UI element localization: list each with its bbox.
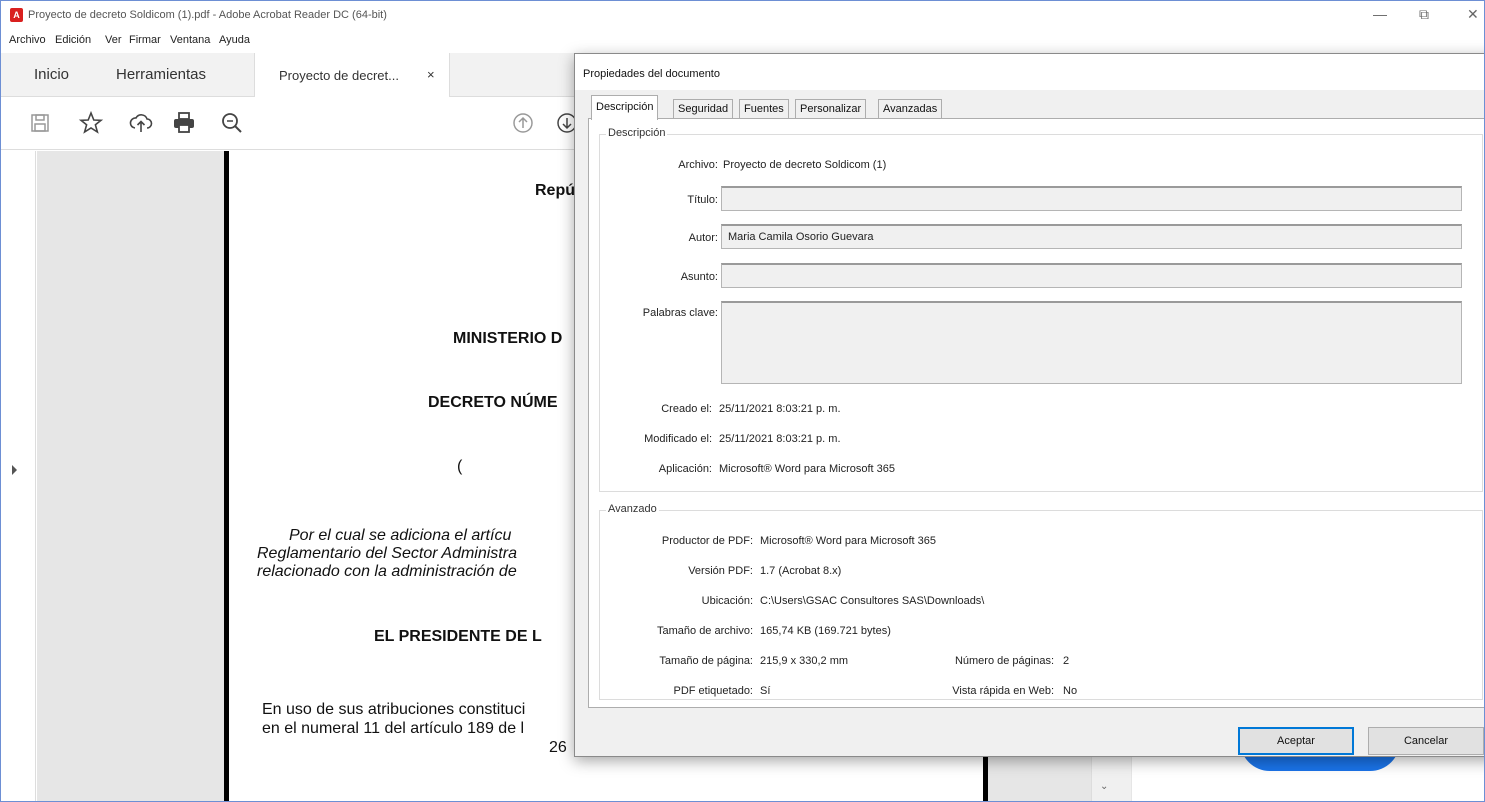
pdf-producer-label: Productor de PDF:	[661, 535, 753, 547]
doc-text-line: Reglamentario del Sector Administra	[257, 545, 517, 562]
keywords-field[interactable]	[721, 301, 1462, 384]
doc-text-line: Repú	[535, 182, 575, 199]
pdf-version-label: Versión PDF:	[688, 565, 753, 577]
doc-text-line: MINISTERIO D	[453, 330, 563, 347]
menu-edicion[interactable]: Edición	[55, 34, 91, 46]
title-label: Título:	[687, 194, 718, 206]
minimize-icon[interactable]: —	[1373, 6, 1387, 22]
tab-personalizar[interactable]: Personalizar	[795, 99, 867, 119]
doc-text-line: en el numeral 11 del artículo 189 de l	[262, 720, 525, 737]
application-label: Aplicación:	[658, 463, 712, 475]
menu-ventana[interactable]: Ventana	[170, 34, 210, 46]
upload-icon[interactable]	[128, 110, 154, 136]
page-up-icon[interactable]	[510, 110, 536, 136]
location-value: C:\Users\GSAC Consultores SAS\Downloads\	[760, 595, 985, 607]
navigation-panel	[1, 151, 36, 801]
description-group: Descripción Archivo: Proyecto de decreto…	[599, 127, 1483, 492]
page-count-label: Número de páginas:	[954, 655, 1054, 667]
location-label: Ubicación:	[701, 595, 753, 607]
doc-text-line: (	[457, 458, 463, 475]
acrobat-icon: A	[10, 8, 23, 22]
fast-web-view-label: Vista rápida en Web:	[952, 685, 1054, 697]
close-tab-icon[interactable]: ×	[427, 67, 435, 82]
cancel-button[interactable]: Cancelar	[1368, 727, 1484, 755]
doc-text-line: 26	[549, 739, 567, 756]
file-label: Archivo:	[678, 159, 718, 171]
dialog-title: Propiedades del documento	[583, 68, 720, 80]
modified-value: 25/11/2021 8:03:21 p. m.	[719, 433, 841, 445]
file-size-value: 165,74 KB (169.721 bytes)	[760, 625, 891, 637]
chevron-down-icon[interactable]: ⌄	[1100, 781, 1108, 792]
menu-firmar[interactable]: Firmar	[129, 34, 161, 46]
title-field[interactable]	[721, 186, 1462, 211]
advanced-legend: Avanzado	[606, 503, 659, 515]
dialog-title-bar: Propiedades del documento	[575, 54, 1484, 90]
menu-ver[interactable]: Ver	[105, 34, 122, 46]
tagged-pdf-label: PDF etiquetado:	[673, 685, 754, 697]
tab-fuentes[interactable]: Fuentes	[739, 99, 789, 119]
print-icon[interactable]	[171, 110, 197, 136]
fast-web-view-value: No	[1063, 685, 1078, 697]
file-value: Proyecto de decreto Soldicom (1)	[723, 159, 887, 171]
doc-text-line: EL PRESIDENTE DE L	[374, 628, 542, 645]
accept-button[interactable]: Aceptar	[1238, 727, 1354, 755]
application-value: Microsoft® Word para Microsoft 365	[719, 463, 896, 475]
window-title: Proyecto de decreto Soldicom (1).pdf - A…	[28, 9, 387, 21]
created-value: 25/11/2021 8:03:21 p. m.	[719, 403, 841, 415]
author-field[interactable]	[721, 224, 1462, 249]
tab-document-label: Proyecto de decret...	[279, 68, 399, 83]
menu-ayuda[interactable]: Ayuda	[219, 34, 250, 46]
tab-descripcion[interactable]: Descripción	[591, 95, 659, 120]
page-size-label: Tamaño de página:	[659, 655, 753, 667]
modified-label: Modificado el:	[644, 433, 712, 445]
doc-text-line: DECRETO NÚME	[428, 394, 558, 411]
star-icon[interactable]	[78, 110, 104, 136]
save-icon[interactable]	[27, 110, 53, 136]
pdf-version-value: 1.7 (Acrobat 8.x)	[760, 565, 842, 577]
expand-panel-icon[interactable]	[12, 465, 17, 475]
doc-text-line: Por el cual se adiciona el artícu	[289, 527, 512, 544]
restore-icon[interactable]: ⧉	[1419, 6, 1429, 23]
tab-herramientas[interactable]: Herramientas	[116, 66, 206, 83]
tab-seguridad[interactable]: Seguridad	[673, 99, 734, 119]
dialog-body: Descripción Archivo: Proyecto de decreto…	[588, 118, 1484, 708]
doc-text-line: relacionado con la administración de	[257, 563, 517, 580]
pdf-producer-value: Microsoft® Word para Microsoft 365	[760, 535, 937, 547]
doc-text-line: En uso de sus atribuciones constituci	[262, 701, 526, 718]
subject-field[interactable]	[721, 263, 1462, 288]
keywords-label: Palabras clave:	[642, 307, 718, 319]
title-bar: A Proyecto de decreto Soldicom (1).pdf -…	[1, 1, 1484, 31]
tab-inicio[interactable]: Inicio	[34, 66, 69, 83]
tab-avanzadas[interactable]: Avanzadas	[878, 99, 943, 119]
document-properties-dialog: Propiedades del documento Descripción Se…	[574, 53, 1484, 757]
description-legend: Descripción	[606, 127, 668, 139]
close-icon[interactable]: ✕	[1467, 6, 1479, 23]
page-count-value: 2	[1063, 655, 1070, 667]
advanced-group: Avanzado Productor de PDF: Microsoft® Wo…	[599, 503, 1483, 700]
file-size-label: Tamaño de archivo:	[657, 625, 753, 637]
subject-label: Asunto:	[680, 271, 718, 283]
menu-archivo[interactable]: Archivo	[9, 34, 46, 46]
created-label: Creado el:	[661, 403, 712, 415]
tagged-pdf-value: Sí	[760, 685, 771, 697]
page-size-value: 215,9 x 330,2 mm	[760, 655, 849, 667]
tab-document[interactable]: Proyecto de decret... ×	[254, 53, 450, 97]
author-label: Autor:	[688, 232, 718, 244]
menu-bar: Archivo Edición Ver Firmar Ventana Ayuda	[1, 31, 1484, 51]
zoom-search-icon[interactable]	[219, 110, 245, 136]
acrobat-window: A Proyecto de decreto Soldicom (1).pdf -…	[0, 0, 1485, 802]
